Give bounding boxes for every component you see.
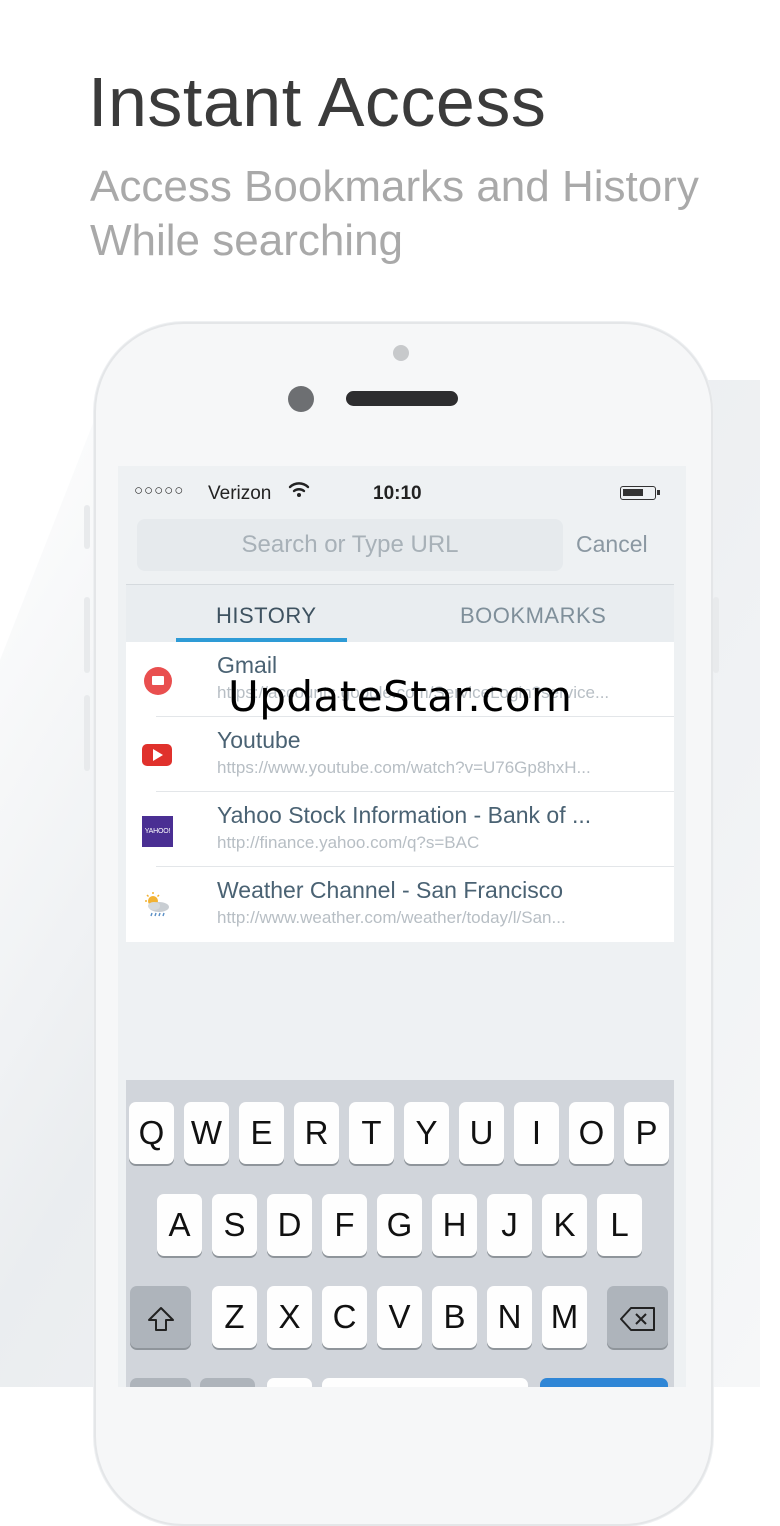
globe-key[interactable] [200,1378,255,1387]
phone-volume-down [84,695,90,771]
key-y[interactable]: Y [404,1102,449,1164]
phone-side-button [84,505,90,549]
item-title: Yahoo Stock Information - Bank of ... [217,802,592,828]
carrier-name: Verizon [208,483,272,504]
wifi-icon [288,480,310,503]
backspace-icon [619,1307,655,1332]
shift-icon [147,1307,174,1332]
key-n[interactable]: N [487,1286,532,1348]
list-item[interactable]: YAHOO! Yahoo Stock Information - Bank of… [126,792,674,867]
headline: Instant Access [88,63,547,141]
key-t[interactable]: T [349,1102,394,1164]
key-z[interactable]: Z [212,1286,257,1348]
front-camera [288,386,314,412]
battery-icon [620,486,660,500]
subtitle-line-1: Access Bookmarks and History [90,162,699,211]
clock: 10:10 [373,483,422,504]
gmail-icon [144,667,172,695]
cancel-button[interactable]: Cancel [576,531,648,558]
item-title: Weather Channel - San Francisco [217,877,564,903]
key-r[interactable]: R [294,1102,339,1164]
tab-bar: HISTORY BOOKMARKS [126,584,674,643]
go-key[interactable] [540,1378,668,1387]
search-input[interactable] [137,519,563,571]
key-c[interactable]: C [322,1286,367,1348]
yahoo-icon: YAHOO! [142,816,173,847]
key-b[interactable]: B [432,1286,477,1348]
key-j[interactable]: J [487,1194,532,1256]
key-h[interactable]: H [432,1194,477,1256]
tab-bookmarks[interactable]: BOOKMARKS [460,603,606,629]
backspace-key[interactable] [607,1286,668,1348]
status-bar: ○○○○○ Verizon 10:10 [118,466,686,518]
key-l[interactable]: L [597,1194,642,1256]
key-d[interactable]: D [267,1194,312,1256]
earpiece-speaker [346,391,458,406]
numbers-key[interactable] [130,1378,191,1387]
key-u[interactable]: U [459,1102,504,1164]
item-url: https://www.youtube.com/watch?v=U76Gp8hx… [217,758,591,777]
list-item[interactable]: Youtube https://www.youtube.com/watch?v=… [126,717,674,792]
item-url: http://www.weather.com/weather/today/l/S… [217,908,566,927]
key-f[interactable]: F [322,1194,367,1256]
search-bar: Cancel [118,518,686,584]
phone-volume-up [84,597,90,673]
tab-history[interactable]: HISTORY [216,603,317,629]
key-g[interactable]: G [377,1194,422,1256]
phone-power-button [713,597,719,673]
subtitle: Access Bookmarks and History While searc… [90,160,699,268]
key-w[interactable]: W [184,1102,229,1164]
item-title: Youtube [217,727,301,753]
subtitle-line-2: While searching [90,216,404,265]
key-v[interactable]: V [377,1286,422,1348]
key-x[interactable]: X [267,1286,312,1348]
signal-strength: ○○○○○ [134,482,185,499]
youtube-icon [142,744,172,766]
key-q[interactable]: Q [129,1102,174,1164]
key-m[interactable]: M [542,1286,587,1348]
watermark: UpdateStar.com [228,672,573,721]
key-p[interactable]: P [624,1102,669,1164]
phone-screen: ○○○○○ Verizon 10:10 Cancel HISTORY BOOKM… [118,466,686,1387]
slash-key[interactable] [267,1378,312,1387]
item-url: http://finance.yahoo.com/q?s=BAC [217,833,480,852]
key-a[interactable]: A [157,1194,202,1256]
shift-key[interactable] [130,1286,191,1348]
space-key[interactable] [322,1378,528,1387]
key-k[interactable]: K [542,1194,587,1256]
list-item[interactable]: Weather Channel - San Francisco http://w… [126,867,674,942]
key-e[interactable]: E [239,1102,284,1164]
keyboard: Q W E R T Y U I O P A S D F G H J K L Z … [126,1080,674,1387]
key-i[interactable]: I [514,1102,559,1164]
key-s[interactable]: S [212,1194,257,1256]
weather-icon [142,891,172,921]
key-o[interactable]: O [569,1102,614,1164]
front-sensor [393,345,409,361]
